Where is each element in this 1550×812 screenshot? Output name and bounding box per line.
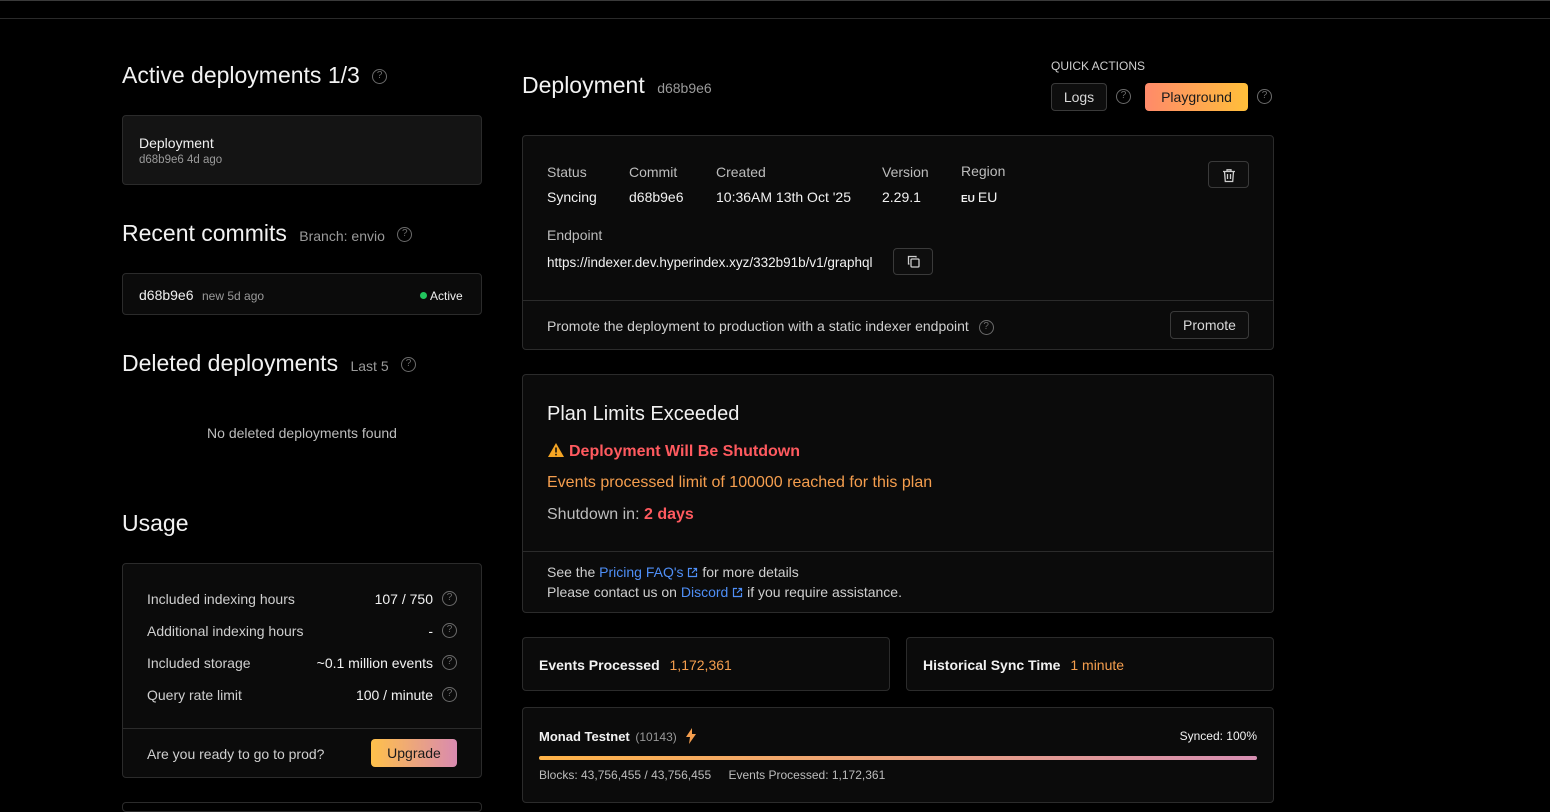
- help-icon[interactable]: ?: [442, 623, 457, 638]
- deployment-name: Deployment: [139, 135, 214, 151]
- blocks-count: Blocks: 43,756,455 / 43,756,455: [539, 768, 712, 782]
- help-icon[interactable]: ?: [372, 69, 388, 85]
- quick-actions-label: QUICK ACTIONS: [1051, 59, 1146, 73]
- help-icon[interactable]: ?: [978, 319, 994, 335]
- help-icon[interactable]: ?: [401, 357, 416, 373]
- version-value: 2.29.1: [882, 189, 921, 205]
- endpoint-url[interactable]: https://indexer.dev.hyperindex.xyz/332b9…: [547, 255, 872, 270]
- shutdown-timer: Shutdown in: 2 days: [547, 506, 694, 523]
- sync-progress-fill: [539, 756, 1257, 760]
- shutdown-warning: Deployment Will Be Shutdown: [547, 442, 800, 461]
- status-badge: Active: [420, 289, 463, 303]
- commit-meta: new 5d ago: [202, 289, 265, 303]
- active-deployments-heading: Active deployments 1/3 ?: [122, 62, 388, 89]
- lightning-icon: [686, 728, 697, 744]
- status-label: Status: [547, 164, 587, 180]
- historical-sync-label: Historical Sync Time: [923, 657, 1061, 673]
- help-icon[interactable]: ?: [397, 227, 413, 243]
- commit-label: Commit: [629, 164, 678, 180]
- faq-line: See the Pricing FAQ's for more details: [547, 564, 799, 580]
- region-flag-icon: EU: [961, 194, 975, 205]
- events-processed-value: 1,172,361: [669, 657, 732, 673]
- page-title: Deployment d68b9e6: [522, 72, 712, 98]
- active-dot-icon: [420, 292, 427, 299]
- commit-value: d68b9e6: [629, 189, 684, 205]
- branch-label: Branch: envio: [299, 228, 385, 244]
- deployment-list-item[interactable]: Deployment d68b9e6 4d ago: [122, 115, 482, 185]
- historical-sync-value: 1 minute: [1070, 657, 1125, 673]
- usage-card: Included indexing hours 107 / 750 ? Addi…: [122, 563, 482, 778]
- delete-button[interactable]: [1208, 161, 1249, 188]
- usage-heading: Usage: [122, 510, 189, 536]
- deployment-hash: d68b9e6: [657, 80, 712, 96]
- promote-button[interactable]: Promote: [1170, 311, 1249, 339]
- copy-icon: [907, 255, 920, 268]
- commit-list-item[interactable]: d68b9e6 new 5d ago Active: [122, 273, 482, 315]
- endpoint-label: Endpoint: [547, 227, 603, 243]
- events-processed-label: Events Processed: [539, 657, 660, 673]
- divider: [123, 728, 481, 729]
- limit-message: Events processed limit of 100000 reached…: [547, 474, 933, 491]
- usage-row: Included indexing hours 107 / 750 ?: [147, 591, 457, 607]
- chain-stats: Blocks: 43,756,455 / 43,756,455 Events P…: [539, 768, 885, 782]
- chain-name: Monad Testnet: [539, 729, 630, 744]
- divider: [523, 300, 1273, 301]
- deployment-info-card: Status Syncing Commit d68b9e6 Created 10…: [522, 135, 1274, 350]
- promote-description: Promote the deployment to production wit…: [547, 318, 994, 335]
- chain-id: (10143): [635, 730, 677, 744]
- top-bar: [0, 0, 1550, 19]
- deleted-sub-label: Last 5: [350, 358, 389, 374]
- commit-hash: d68b9e6: [139, 287, 194, 303]
- help-icon[interactable]: ?: [442, 591, 457, 606]
- historical-sync-card: Historical Sync Time 1 minute: [906, 637, 1274, 691]
- plan-limits-card: Plan Limits Exceeded Deployment Will Be …: [522, 374, 1274, 613]
- recent-commits-heading: Recent commits Branch: envio ?: [122, 220, 413, 247]
- prod-prompt: Are you ready to go to prod?: [147, 746, 325, 762]
- next-card-edge: [122, 802, 482, 812]
- events-processed-card: Events Processed 1,172,361: [522, 637, 890, 691]
- playground-button[interactable]: Playground: [1145, 83, 1248, 111]
- help-icon[interactable]: ?: [1257, 89, 1272, 104]
- empty-state: No deleted deployments found: [207, 425, 397, 441]
- help-icon[interactable]: ?: [1116, 89, 1131, 104]
- external-link-icon: [733, 587, 743, 598]
- usage-row: Query rate limit 100 / minute ?: [147, 687, 457, 703]
- deployment-meta: d68b9e6 4d ago: [139, 154, 223, 166]
- help-icon[interactable]: ?: [442, 655, 457, 670]
- usage-row: Included storage ~0.1 million events ?: [147, 655, 457, 671]
- synced-percent: Synced: 100%: [1179, 729, 1257, 743]
- chain-events-count: Events Processed: 1,172,361: [728, 768, 886, 782]
- deleted-deployments-heading: Deleted deployments Last 5 ?: [122, 350, 416, 377]
- logs-button[interactable]: Logs: [1051, 83, 1107, 111]
- trash-icon: [1222, 169, 1235, 183]
- sync-progress-track: [539, 756, 1257, 760]
- version-label: Version: [882, 164, 929, 180]
- region-value: EU EU: [961, 189, 998, 205]
- chain-sync-card: Monad Testnet (10143) Synced: 100% Block…: [522, 707, 1274, 803]
- help-icon[interactable]: ?: [442, 687, 457, 702]
- external-link-icon: [688, 567, 698, 578]
- region-label: Region: [961, 163, 1006, 179]
- usage-row: Additional indexing hours - ?: [147, 623, 457, 639]
- copy-button[interactable]: [893, 248, 933, 275]
- contact-line: Please contact us on Discord if you requ…: [547, 584, 902, 600]
- divider: [523, 551, 1273, 552]
- plan-limits-title: Plan Limits Exceeded: [547, 403, 740, 425]
- discord-link[interactable]: Discord: [681, 584, 743, 600]
- upgrade-button[interactable]: Upgrade: [371, 739, 457, 767]
- status-value: Syncing: [547, 189, 597, 205]
- pricing-faq-link[interactable]: Pricing FAQ's: [599, 564, 698, 580]
- shutdown-days: 2 days: [643, 506, 694, 523]
- created-value: 10:36AM 13th Oct '25: [716, 189, 851, 205]
- warning-icon: [548, 443, 564, 457]
- created-label: Created: [716, 164, 766, 180]
